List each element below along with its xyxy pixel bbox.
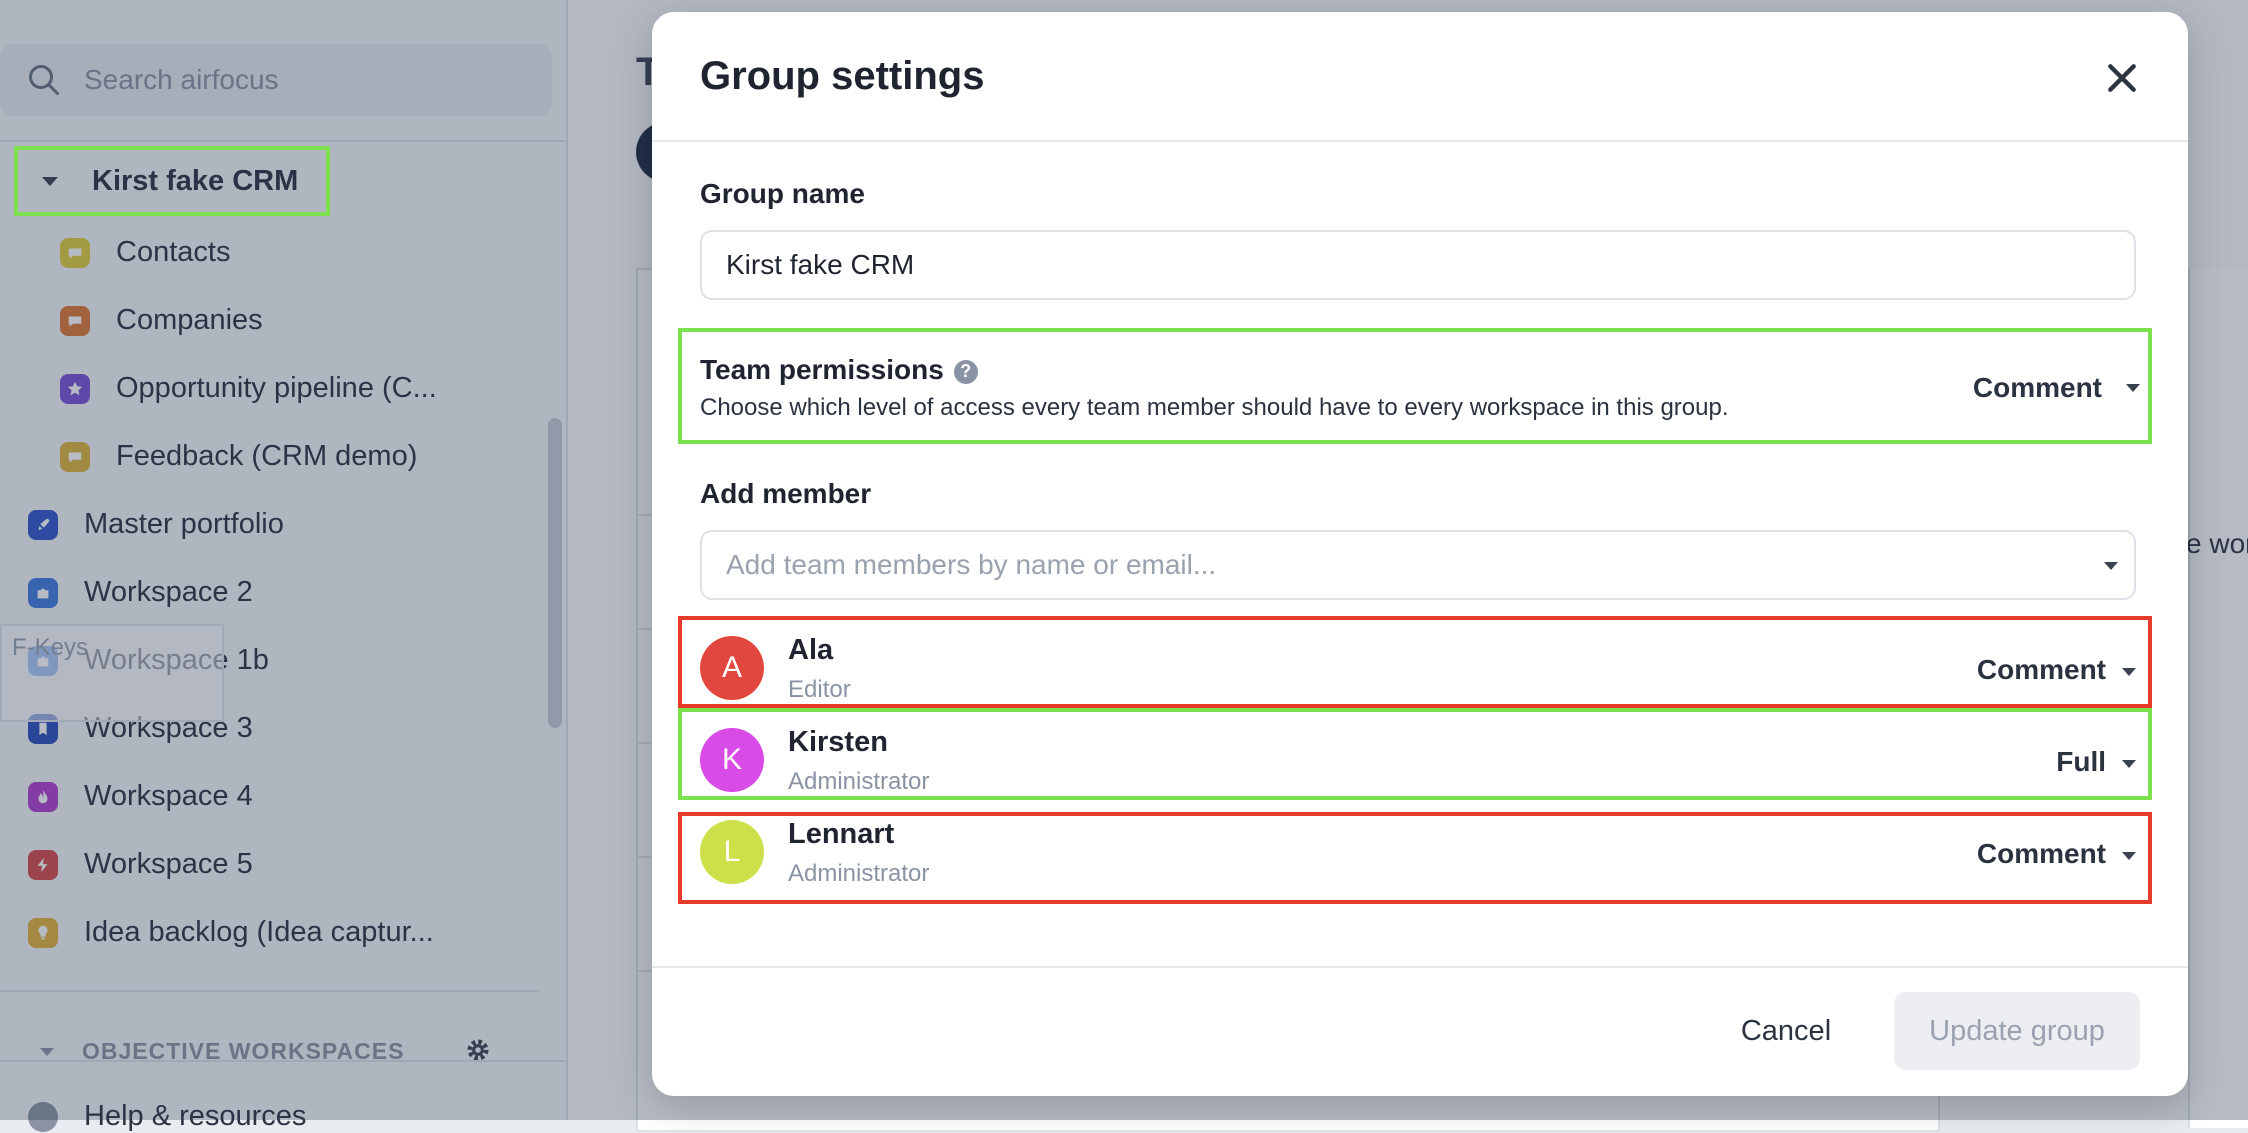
member-role: Editor: [788, 676, 851, 703]
group-settings-modal: Group settings Group name Kirst fake CRM…: [652, 12, 2188, 1096]
avatar: A: [700, 636, 764, 700]
add-member-label: Add member: [700, 478, 872, 509]
update-group-button[interactable]: Update group: [1894, 992, 2140, 1070]
member-row: A Ala Editor Comment: [700, 630, 2136, 710]
member-row: L Lennart Administrator Comment: [700, 814, 2136, 894]
avatar: K: [700, 728, 764, 792]
divider: [652, 966, 2188, 968]
divider: [652, 140, 2188, 142]
team-permissions-label: Team permissions: [700, 354, 944, 385]
modal-title: Group settings: [700, 54, 985, 98]
member-role: Administrator: [788, 768, 930, 795]
chevron-down-icon: [2122, 760, 2136, 768]
close-icon[interactable]: [2102, 58, 2142, 98]
highlight-box: [678, 328, 2152, 444]
member-permission-dropdown[interactable]: Full: [2056, 746, 2106, 778]
member-permission-dropdown[interactable]: Comment: [1977, 654, 2106, 686]
add-member-input[interactable]: Add team members by name or email...: [700, 530, 2136, 600]
member-row: K Kirsten Administrator Full: [700, 722, 2136, 802]
highlight-box: [14, 146, 330, 216]
member-name: Ala: [788, 634, 834, 666]
help-icon[interactable]: ?: [953, 359, 978, 384]
chevron-down-icon: [2104, 562, 2118, 570]
avatar: L: [700, 820, 764, 884]
chevron-down-icon: [2122, 852, 2136, 860]
team-permissions-dropdown[interactable]: Comment: [1932, 372, 2102, 404]
chevron-down-icon: [2126, 384, 2140, 392]
group-name-input[interactable]: Kirst fake CRM: [700, 230, 2136, 300]
member-permission-dropdown[interactable]: Comment: [1977, 838, 2106, 870]
group-name-label: Group name: [700, 178, 865, 209]
cancel-button[interactable]: Cancel: [1700, 992, 1872, 1070]
member-role: Administrator: [788, 860, 930, 887]
member-name: Kirsten: [788, 726, 888, 758]
chevron-down-icon: [2122, 668, 2136, 676]
member-name: Lennart: [788, 818, 895, 850]
team-permissions-heading: Team permissions?: [700, 354, 978, 386]
team-permissions-description: Choose which level of access every team …: [700, 394, 1729, 421]
